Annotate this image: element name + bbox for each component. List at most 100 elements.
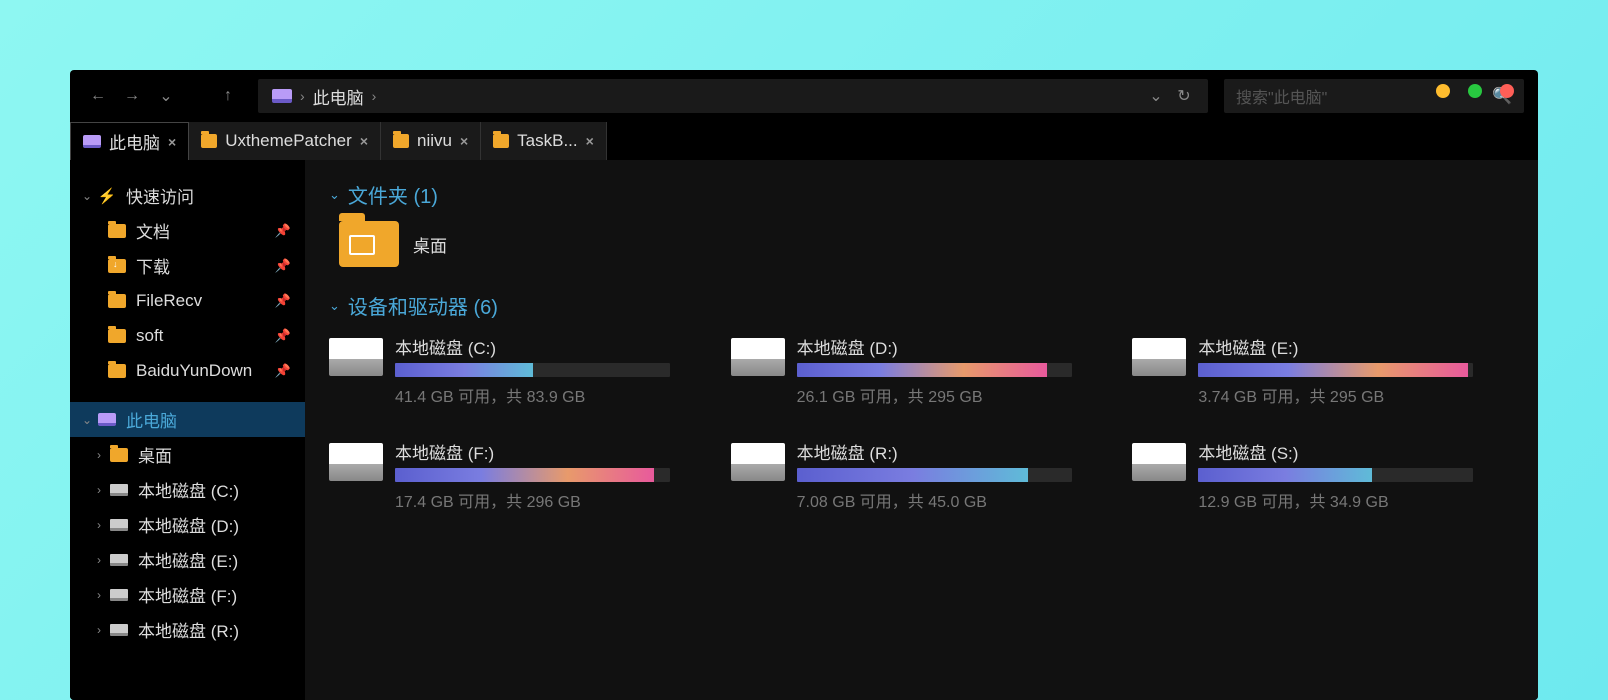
sidebar-item-desktop[interactable]: › 桌面 — [70, 437, 305, 472]
group-title: 设备和驱动器 (6) — [348, 291, 498, 320]
address-bar[interactable]: › 此电脑 › ⌄ ↻ — [258, 79, 1208, 113]
sidebar-item-label: soft — [136, 326, 163, 346]
sidebar-item-label: 本地磁盘 (R:) — [138, 617, 239, 642]
drive-info: 本地磁盘 (S:) 12.9 GB 可用，共 34.9 GB — [1198, 439, 1514, 512]
drive-name: 本地磁盘 (E:) — [1198, 334, 1514, 359]
folder-icon — [201, 134, 217, 148]
sidebar-item-drive-f[interactable]: › 本地磁盘 (F:) — [70, 577, 305, 612]
sidebar-item-drive-c[interactable]: › 本地磁盘 (C:) — [70, 472, 305, 507]
maximize-button[interactable] — [1468, 84, 1482, 98]
up-button[interactable]: ↑ — [214, 82, 242, 110]
folder-item-desktop[interactable]: 桌面 — [339, 221, 1504, 267]
minimize-button[interactable] — [1436, 84, 1450, 98]
recent-dropdown[interactable]: ⌄ — [152, 82, 180, 110]
drive-name: 本地磁盘 (S:) — [1198, 439, 1514, 464]
tab-close-icon[interactable]: × — [168, 134, 176, 150]
sidebar-item-downloads[interactable]: 下载 📌 — [70, 248, 305, 283]
tab-label: 此电脑 — [109, 129, 160, 154]
window-controls — [1436, 84, 1514, 98]
tab-label: TaskB... — [517, 131, 577, 151]
drive-item[interactable]: 本地磁盘 (S:) 12.9 GB 可用，共 34.9 GB — [1132, 439, 1514, 512]
tab-label: UxthemePatcher — [225, 131, 352, 151]
tab-this-pc[interactable]: 此电脑 × — [70, 122, 189, 160]
search-placeholder: 搜索"此电脑" — [1236, 84, 1327, 108]
drive-name: 本地磁盘 (F:) — [395, 439, 711, 464]
drive-usage-fill — [395, 363, 533, 377]
drive-usage-fill — [797, 468, 1028, 482]
sidebar-this-pc[interactable]: ⌄ 此电脑 — [70, 402, 305, 437]
drive-info: 本地磁盘 (F:)17.4 GB 可用，共 296 GB — [395, 439, 711, 512]
drive-icon — [110, 624, 128, 636]
breadcrumb-root[interactable]: 此电脑 — [313, 84, 364, 109]
close-button[interactable] — [1500, 84, 1514, 98]
drive-icon — [110, 519, 128, 531]
tab-uxthemepatcher[interactable]: UxthemePatcher × — [189, 122, 381, 160]
pin-icon: 📌 — [275, 363, 291, 379]
drive-usage-fill — [395, 468, 654, 482]
folder-download-icon — [108, 259, 126, 273]
forward-button[interactable]: → — [118, 82, 146, 110]
drive-name: 本地磁盘 (C:) — [395, 334, 711, 359]
drive-usage-bar — [395, 468, 670, 482]
drive-usage-fill — [1198, 468, 1371, 482]
drive-icon — [110, 589, 128, 601]
group-header-folders[interactable]: ⌄ 文件夹 (1) — [329, 180, 1514, 209]
drive-item[interactable]: 本地磁盘 (R:)7.08 GB 可用，共 45.0 GB — [731, 439, 1113, 512]
drive-item[interactable]: 本地磁盘 (C:)41.4 GB 可用，共 83.9 GB — [329, 334, 711, 407]
drive-info: 本地磁盘 (R:)7.08 GB 可用，共 45.0 GB — [797, 439, 1113, 512]
chevron-down-icon: ⌄ — [78, 189, 96, 203]
drive-item[interactable]: 本地磁盘 (D:)26.1 GB 可用，共 295 GB — [731, 334, 1113, 407]
sidebar-item-baiduyundown[interactable]: BaiduYunDown 📌 — [70, 353, 305, 388]
refresh-button[interactable]: ↻ — [1170, 82, 1198, 110]
drive-item[interactable]: 本地磁盘 (F:)17.4 GB 可用，共 296 GB — [329, 439, 711, 512]
tab-taskb[interactable]: TaskB... × — [481, 122, 607, 160]
tab-niivu[interactable]: niivu × — [381, 122, 481, 160]
sidebar-item-label: 快速访问 — [126, 183, 194, 208]
folder-icon — [108, 294, 126, 308]
drive-item[interactable]: 本地磁盘 (E:)3.74 GB 可用，共 295 GB — [1132, 334, 1514, 407]
pc-icon — [83, 135, 101, 148]
sidebar-item-soft[interactable]: soft 📌 — [70, 318, 305, 353]
drive-icon — [329, 443, 383, 481]
address-dropdown[interactable]: ⌄ — [1142, 82, 1170, 110]
sidebar-item-label: BaiduYunDown — [136, 361, 252, 381]
drive-icon — [1132, 443, 1186, 481]
main-content: ⌄ 文件夹 (1) 桌面 ⌄ 设备和驱动器 (6) 本地磁盘 (C:)41.4 … — [305, 160, 1538, 700]
sidebar-item-label: 文档 — [136, 218, 170, 243]
group-header-drives[interactable]: ⌄ 设备和驱动器 (6) — [329, 291, 1514, 320]
pin-icon: 📌 — [275, 328, 291, 344]
back-button[interactable]: ← — [84, 82, 112, 110]
pin-icon: 📌 — [275, 258, 291, 274]
tab-close-icon[interactable]: × — [360, 133, 368, 149]
sidebar-item-filerecv[interactable]: FileRecv 📌 — [70, 283, 305, 318]
sidebar-item-label: 此电脑 — [126, 407, 177, 432]
sidebar-item-drive-r[interactable]: › 本地磁盘 (R:) — [70, 612, 305, 647]
folder-icon — [110, 448, 128, 462]
drive-name: 本地磁盘 (D:) — [797, 334, 1113, 359]
toolbar: ← → ⌄ ↑ › 此电脑 › ⌄ ↻ 搜索"此电脑" 🔍 — [70, 70, 1538, 122]
sidebar-item-drive-d[interactable]: › 本地磁盘 (D:) — [70, 507, 305, 542]
tab-close-icon[interactable]: × — [460, 133, 468, 149]
sidebar-item-documents[interactable]: 文档 📌 — [70, 213, 305, 248]
sidebar-item-label: 本地磁盘 (F:) — [138, 582, 237, 607]
body: ⌄ ⚡ 快速访问 文档 📌 下载 📌 FileRecv 📌 sof — [70, 160, 1538, 700]
drive-icon — [731, 338, 785, 376]
breadcrumb-sep: › — [372, 88, 377, 104]
drive-icon — [110, 554, 128, 566]
drive-icon — [731, 443, 785, 481]
chevron-right-icon: › — [90, 448, 108, 462]
pc-icon — [272, 89, 292, 103]
drive-usage-fill — [1198, 363, 1468, 377]
drive-info: 本地磁盘 (C:)41.4 GB 可用，共 83.9 GB — [395, 334, 711, 407]
sidebar-item-label: 本地磁盘 (E:) — [138, 547, 238, 572]
drive-stat: 12.9 GB 可用，共 34.9 GB — [1198, 488, 1514, 512]
explorer-window: ← → ⌄ ↑ › 此电脑 › ⌄ ↻ 搜索"此电脑" 🔍 此电脑 × Uxth… — [70, 70, 1538, 700]
tab-close-icon[interactable]: × — [586, 133, 594, 149]
chevron-right-icon: › — [90, 553, 108, 567]
folder-icon — [108, 224, 126, 238]
chevron-down-icon: ⌄ — [78, 413, 96, 427]
pin-icon: 📌 — [275, 293, 291, 309]
drive-name: 本地磁盘 (R:) — [797, 439, 1113, 464]
sidebar-item-drive-e[interactable]: › 本地磁盘 (E:) — [70, 542, 305, 577]
sidebar-quick-access[interactable]: ⌄ ⚡ 快速访问 — [70, 178, 305, 213]
